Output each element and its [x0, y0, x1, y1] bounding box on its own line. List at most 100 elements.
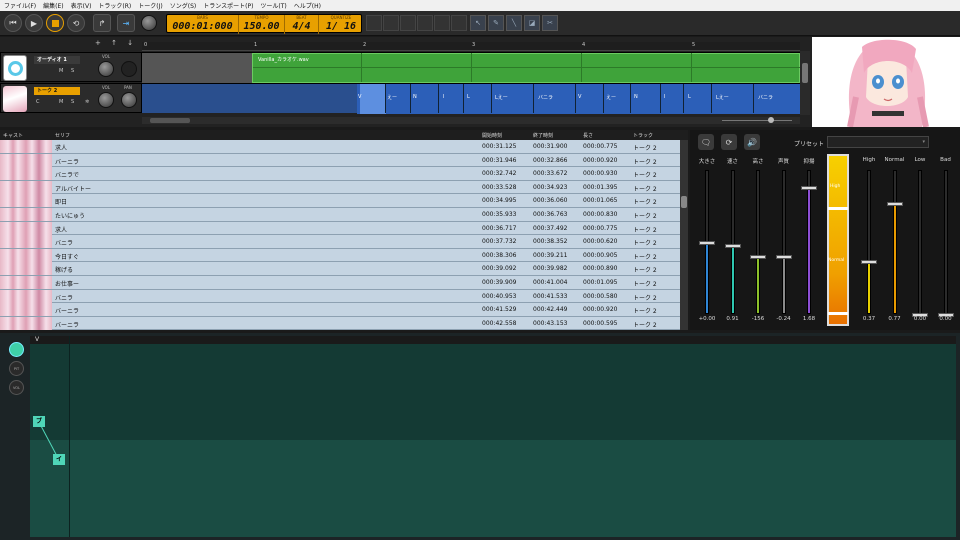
menu-track[interactable]: トラック(R) — [98, 1, 131, 10]
audio-pan-knob[interactable] — [121, 61, 137, 77]
phoneme-label[interactable]: L — [688, 94, 691, 100]
slider-track[interactable] — [886, 170, 903, 314]
slider-track[interactable] — [937, 170, 954, 317]
emotions-slider-1[interactable]: Normal 0.77 — [884, 154, 906, 326]
pencil-tool-button[interactable]: ✎ — [488, 15, 504, 31]
sliders-slider-1[interactable]: 速さ 0.91 — [722, 154, 744, 326]
table-row[interactable]: バーニラ 000:41.529 000:42.449 000:00.920 トーク 2 — [0, 303, 680, 317]
cell-serif[interactable]: 即日 — [55, 197, 67, 206]
emotions-slider-3[interactable]: Bad 0.00 — [935, 154, 957, 326]
talk-track-name[interactable]: トーク 2 — [34, 87, 80, 95]
list-scrollbar[interactable] — [680, 140, 688, 330]
slider-thumb[interactable] — [801, 186, 817, 190]
menu-file[interactable]: ファイル(F) — [4, 1, 36, 10]
master-volume-knob[interactable] — [141, 15, 157, 31]
slider-value[interactable]: +0.00 — [696, 316, 718, 322]
cell-serif[interactable]: バーニラ — [55, 306, 79, 315]
eraser-tool-button[interactable]: ◪ — [524, 15, 540, 31]
talk-solo-button[interactable]: S — [71, 99, 74, 105]
slider-thumb[interactable] — [775, 255, 792, 259]
zoom-slider[interactable] — [768, 117, 774, 123]
reset-button[interactable]: ⟳ — [721, 134, 737, 150]
phoneme-label[interactable]: N — [413, 94, 417, 100]
audio-solo-button[interactable]: S — [71, 68, 74, 74]
menu-help[interactable]: ヘルプ(H) — [294, 1, 321, 10]
speech-bubble-button[interactable]: 🗨 — [698, 134, 714, 150]
sliders-slider-4[interactable]: 抑揚 1.68 — [798, 154, 820, 326]
tool-slot-1[interactable] — [366, 15, 382, 31]
slider-track[interactable] — [750, 170, 766, 314]
scissors-tool-button[interactable]: ✂ — [542, 15, 558, 31]
col-serif[interactable]: セリフ — [55, 132, 70, 139]
audio-lane[interactable]: Vanilla_カラオケ.wav — [142, 52, 801, 83]
stop-button[interactable] — [46, 14, 64, 32]
sliders-slider-3[interactable]: 声質 -0.24 — [773, 154, 795, 326]
table-row[interactable]: 今日すぐ 000:38.306 000:39.211 000:00.905 トーク 2 — [0, 248, 680, 263]
loop-button[interactable]: ⟲ — [67, 14, 85, 32]
slider-value[interactable]: 1.68 — [798, 316, 820, 322]
phoneme-mode-button[interactable] — [9, 342, 24, 357]
cell-serif[interactable]: 求人 — [55, 225, 67, 234]
cell-serif[interactable]: アルバイトー — [55, 184, 91, 193]
slider-value[interactable]: 0.00 — [909, 316, 931, 322]
table-row[interactable]: 即日 000:34.995 000:36.060 000:01.065 トーク 2 — [0, 194, 680, 208]
move-track-down-button[interactable]: ↓ — [127, 39, 133, 47]
tool-slot-6[interactable] — [451, 15, 467, 31]
col-length[interactable]: 長さ — [583, 132, 593, 139]
slider-track[interactable] — [775, 170, 792, 314]
cell-serif[interactable]: バニラで — [55, 170, 79, 179]
timeline-scrollbar[interactable] — [142, 117, 800, 124]
note-block[interactable]: イ — [53, 454, 65, 465]
slider-track[interactable] — [912, 170, 928, 317]
phoneme-label[interactable]: えー — [606, 94, 616, 101]
table-row[interactable]: たいにゅう 000:35.933 000:36.763 000:00.830 トーク 2 — [0, 208, 680, 222]
talk-lane[interactable]: V えー N I L Lえー バニラ V えー N I L Lえー バニラ — [142, 83, 800, 114]
note-block[interactable]: ブ — [33, 416, 45, 427]
select-tool-button[interactable]: ↖ — [470, 15, 486, 31]
list-scroll-thumb[interactable] — [681, 196, 687, 208]
menu-view[interactable]: 表示(V) — [71, 1, 92, 10]
phoneme-label[interactable]: V — [578, 94, 581, 100]
audio-mute-button[interactable]: M — [59, 68, 63, 74]
audio-volume-knob[interactable] — [98, 61, 114, 77]
table-row[interactable]: バーニラ 000:31.946 000:32.866 000:00.920 トーク 2 — [0, 153, 680, 168]
audio-track-header[interactable]: オーディオ 1 M S VOL — [0, 52, 142, 82]
snap-button[interactable]: ⇥ — [117, 14, 135, 32]
sliders-slider-0[interactable]: 大きさ +0.00 — [696, 154, 718, 326]
talk-c-button[interactable]: C — [36, 99, 40, 105]
editor-canvas[interactable]: V ブ イ — [30, 336, 956, 537]
slider-value[interactable]: 0.37 — [858, 316, 880, 322]
slider-value[interactable]: -0.24 — [773, 316, 795, 322]
bars-value[interactable]: 000:01:000 — [167, 21, 238, 33]
volume-mode-button[interactable]: VOL — [9, 380, 24, 395]
table-row[interactable]: アルバイトー 000:33.528 000:34.923 000:01.395 トーク … — [0, 180, 680, 195]
phoneme-label[interactable]: Lえー — [716, 94, 729, 101]
intonation-meter[interactable]: High Normal — [827, 154, 849, 326]
slider-thumb[interactable] — [699, 241, 715, 245]
phoneme-label[interactable]: バニラ — [538, 94, 553, 101]
cell-serif[interactable]: 求人 — [55, 143, 67, 152]
col-start[interactable]: 開始時刻 — [482, 132, 502, 139]
table-row[interactable]: バニラ 000:37.732 000:38.352 000:00.620 トーク 2 — [0, 235, 680, 249]
tool-slot-4[interactable] — [417, 15, 433, 31]
cell-serif[interactable]: バーニラ — [55, 320, 79, 329]
table-row[interactable]: バニラで 000:32.742 000:33.672 000:00.930 トーク 2 — [0, 167, 680, 181]
slider-value[interactable]: -156 — [747, 316, 769, 322]
talk-mute-button[interactable]: M — [59, 99, 63, 105]
phoneme-label[interactable]: L — [467, 94, 470, 100]
menu-song[interactable]: ソング(S) — [170, 1, 197, 10]
track-vscrollbar[interactable] — [800, 51, 810, 115]
line-tool-button[interactable]: ╲ — [506, 15, 522, 31]
emotions-slider-0[interactable]: High 0.37 — [858, 154, 880, 326]
phoneme-label[interactable]: I — [443, 94, 444, 100]
tool-slot-3[interactable] — [400, 15, 416, 31]
slider-track[interactable] — [724, 170, 741, 314]
phoneme-label[interactable]: Lえー — [495, 94, 508, 101]
menu-transport[interactable]: トランスポート(P) — [203, 1, 253, 10]
table-row[interactable]: お仕事ー 000:39.909 000:41.004 000:01.095 トーク 2 — [0, 276, 680, 290]
tool-slot-2[interactable] — [383, 15, 399, 31]
col-track[interactable]: トラック — [633, 132, 653, 139]
phoneme-label[interactable]: I — [664, 94, 665, 100]
timeline-ruler[interactable]: 0 1 2 3 4 5 — [142, 42, 800, 51]
cell-serif[interactable]: 稼げる — [55, 265, 73, 274]
